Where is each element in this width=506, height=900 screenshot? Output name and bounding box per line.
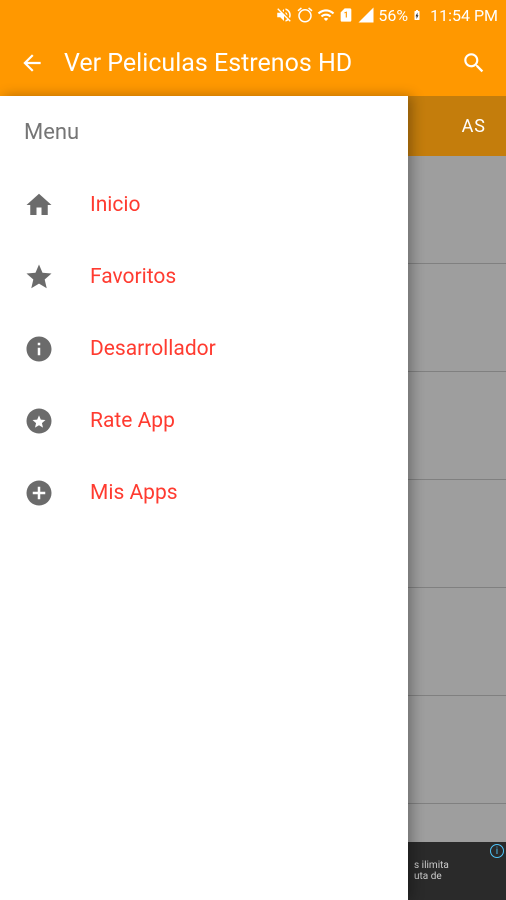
search-button[interactable]	[450, 39, 498, 87]
menu-item-favoritos[interactable]: Favoritos	[0, 241, 408, 313]
menu-item-inicio[interactable]: Inicio	[0, 169, 408, 241]
svg-text:1: 1	[344, 11, 349, 20]
star-icon	[24, 262, 78, 292]
app-bar: Ver Peliculas Estrenos HD	[0, 30, 506, 96]
drawer-title: Menu	[0, 120, 408, 169]
sim-icon: 1	[338, 6, 354, 24]
status-icons: 1 56% 11:54 PM	[275, 6, 498, 25]
clock-text: 11:54 PM	[430, 6, 498, 25]
mute-icon	[275, 6, 293, 24]
navigation-drawer: Menu Inicio Favoritos Desarrollador Rate…	[0, 96, 408, 900]
status-bar: 1 56% 11:54 PM	[0, 0, 506, 30]
menu-item-mis-apps[interactable]: Mis Apps	[0, 457, 408, 529]
ad-banner[interactable]: i s ilimita uta de	[408, 842, 506, 900]
tab-partial-text: AS	[462, 116, 486, 137]
menu-label: Favoritos	[90, 265, 176, 289]
signal-icon	[357, 6, 375, 24]
alarm-icon	[296, 6, 314, 24]
menu-item-rate-app[interactable]: Rate App	[0, 385, 408, 457]
plus-circle-icon	[24, 478, 78, 508]
ad-info-icon[interactable]: i	[490, 844, 504, 858]
menu-label: Desarrollador	[90, 337, 216, 361]
arrow-back-icon	[19, 50, 45, 76]
star-circle-icon	[24, 406, 78, 436]
ad-text-line1: s ilimita	[414, 860, 500, 871]
search-icon	[461, 50, 487, 76]
info-icon	[24, 334, 78, 364]
back-button[interactable]	[8, 39, 56, 87]
battery-text: 56%	[378, 6, 408, 25]
menu-label: Rate App	[90, 409, 175, 433]
menu-label: Mis Apps	[90, 481, 178, 505]
wifi-icon	[317, 6, 335, 24]
ad-text-line2: uta de	[414, 871, 500, 882]
app-title: Ver Peliculas Estrenos HD	[64, 49, 450, 78]
menu-label: Inicio	[90, 193, 141, 217]
menu-item-desarrollador[interactable]: Desarrollador	[0, 313, 408, 385]
battery-icon	[411, 6, 423, 24]
home-icon	[24, 190, 78, 220]
